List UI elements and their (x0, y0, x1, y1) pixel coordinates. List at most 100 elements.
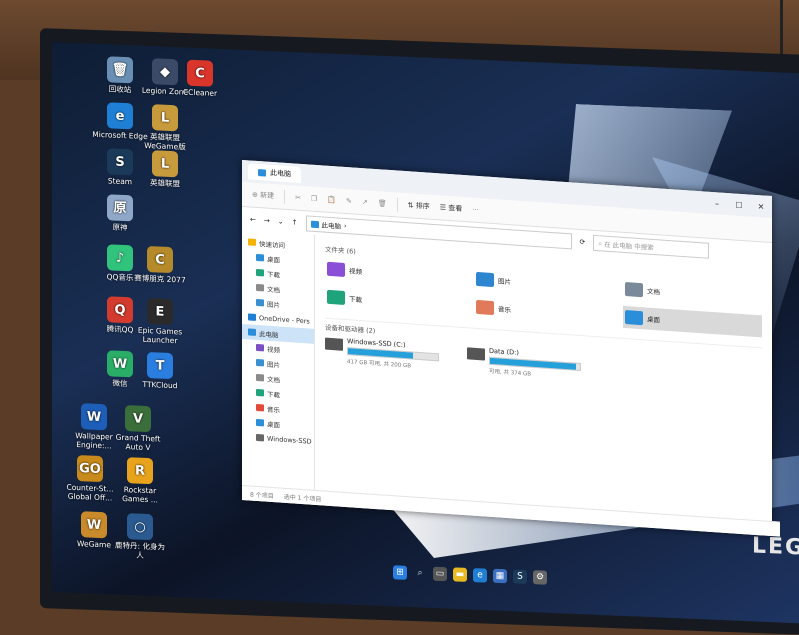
desktop-shortcut[interactable]: L 英雄联盟 (137, 150, 193, 189)
cyberpunk-icon: C (147, 245, 173, 274)
new-button[interactable]: ⊕ 新建 (252, 190, 274, 202)
wallpaper-brand-text: LEG (752, 533, 799, 561)
desktop-shortcut-label: 英雄联盟 WeGame版 (144, 132, 186, 152)
onedrive-icon (248, 313, 256, 321)
desktop-shortcut-label: 回收站 (108, 84, 132, 95)
desktop-shortcut-label: 微信 (112, 378, 128, 389)
folder-item[interactable]: 图片 (474, 268, 613, 299)
settings-icon[interactable]: ⚙ (533, 570, 547, 585)
folder-item[interactable]: 视频 (325, 258, 464, 289)
file-explorer-window[interactable]: 此电脑 – ☐ ✕ ⊕ 新建 ✂ ❐ 📋 ✎ ↗ 🗑 ⇅ 排序 ☰ 查看 ···… (242, 159, 780, 537)
view-button[interactable]: ☰ 查看 (440, 202, 463, 214)
nav-item-label: 文档 (267, 285, 280, 295)
folder-label: 下载 (349, 295, 362, 305)
nav-item-label: 此电脑 (259, 329, 279, 339)
delete-icon[interactable]: 🗑 (378, 199, 387, 208)
picture-icon (256, 358, 264, 367)
nav-item-label: 下载 (267, 390, 280, 400)
folder-item[interactable]: 音乐 (474, 296, 613, 327)
download-folder-icon (327, 289, 345, 305)
nav-item-label: 音乐 (267, 405, 280, 415)
desktop-shortcut-label: Counter-St... Global Off... (66, 482, 114, 503)
store-icon[interactable]: ▦ (493, 568, 507, 584)
up-icon[interactable]: ↑ (292, 218, 298, 226)
more-button[interactable]: ··· (472, 206, 479, 214)
drive-item[interactable]: Windows-SSD (C:) 417 GB 可用, 共 200 GB (325, 336, 439, 372)
task-view-icon[interactable]: ▭ (433, 566, 447, 582)
desktop-icon (256, 253, 264, 262)
nav-item-label: Windows-SSD (267, 434, 312, 446)
desktop-shortcut-label: 赛博朋克 2077 (134, 273, 186, 285)
desktop-shortcut[interactable]: L 英雄联盟 WeGame版 (137, 104, 193, 152)
minimize-icon[interactable]: – (706, 198, 728, 208)
start-icon[interactable]: ⊞ (393, 565, 407, 580)
copy-icon[interactable]: ❐ (311, 195, 317, 203)
ccleaner-icon: C (187, 59, 213, 87)
sort-button[interactable]: ⇅ 排序 (408, 200, 430, 212)
folder-item[interactable]: 下载 (325, 286, 464, 317)
desktop-shortcut[interactable]: 原原神 (92, 194, 148, 233)
nav-item-label: OneDrive - Pers (259, 313, 310, 326)
search-icon[interactable]: ⌕ (413, 566, 427, 580)
csgo-icon: GO (77, 455, 103, 483)
desktop-shortcut[interactable]: V Grand Theft Auto V (110, 404, 166, 452)
nav-item-label: 下载 (267, 270, 280, 280)
chevron-down-icon[interactable]: ⌄ (278, 217, 284, 225)
desktop-shortcut-label: 腾讯QQ (106, 324, 134, 335)
desktop-shortcut-label: Steam (107, 176, 133, 187)
refresh-icon[interactable]: ⟳ (580, 238, 586, 246)
desktop-shortcut[interactable]: C CCleaner (172, 59, 228, 98)
desktop-shortcut[interactable]: E Epic Games Launcher (132, 297, 188, 345)
desktop-screen: LEG 🗑 回收站 ◆ Legion Zone C CCleaner e Microsoft … (52, 42, 799, 624)
paste-icon[interactable]: 📋 (327, 196, 336, 205)
back-icon[interactable]: ← (250, 216, 256, 224)
file-explorer-icon[interactable]: ▬ (453, 567, 467, 582)
desktop-shortcut[interactable]: T TTKCloud (132, 351, 188, 390)
download-icon (256, 268, 264, 277)
desktop-shortcut-label: Rockstar Games ... (122, 485, 158, 505)
nav-item-label: 视频 (267, 345, 280, 355)
desktop-shortcut-label: 原神 (112, 222, 128, 233)
qq-music-icon: ♪ (107, 244, 133, 272)
document-folder-icon (625, 282, 643, 298)
navigation-pane: 快速访问 桌面 下载 文档 图片 OneDrive - Pers 此电脑 视频 图片 文档 下载 音乐… (242, 229, 315, 490)
music-icon (256, 403, 264, 412)
picture-icon (256, 298, 264, 307)
nav-item-label: 快速访问 (259, 239, 285, 250)
steam-icon: S (107, 148, 133, 176)
cut-icon[interactable]: ✂ (295, 194, 301, 202)
edge-icon: e (107, 102, 133, 130)
desktop-shortcut-label: WeGame (77, 539, 111, 550)
desktop-shortcut-label: Wallpaper Engine:... (75, 430, 113, 451)
folder-label: 视频 (349, 267, 362, 277)
rename-icon[interactable]: ✎ (346, 197, 352, 205)
nav-item-label: 文档 (267, 375, 280, 385)
edge-icon[interactable]: e (473, 568, 487, 583)
desktop-shortcut-label: Epic Games Launcher (137, 325, 183, 346)
forward-icon[interactable]: → (264, 216, 270, 224)
this-pc-icon (310, 220, 319, 228)
share-icon[interactable]: ↗ (362, 198, 368, 206)
drive-item[interactable]: Data (D:) 可用, 共 374 GB (467, 345, 581, 381)
drive-icon (325, 337, 343, 351)
status-selected-count: 选中 1 个项目 (283, 493, 322, 503)
desktop-shortcut[interactable]: C 赛博朋克 2077 (132, 245, 188, 285)
folder-label: 音乐 (498, 305, 511, 315)
wallpaper-engine-icon: W (81, 403, 107, 431)
close-icon[interactable]: ✕ (750, 201, 772, 211)
steam-icon[interactable]: S (513, 569, 527, 584)
folder-item[interactable]: 桌面 (623, 305, 762, 338)
nav-item-label: 图片 (267, 360, 280, 370)
maximize-icon[interactable]: ☐ (728, 200, 750, 210)
folder-label: 文档 (647, 287, 660, 297)
desktop-shortcut[interactable]: ○ 鹿特丹: 化身为人 (112, 513, 168, 561)
music-folder-icon (476, 299, 494, 316)
desktop-shortcut[interactable]: GO Counter-St... Global Off... (62, 454, 118, 503)
video-folder-icon (327, 261, 345, 277)
desktop-shortcut[interactable]: R Rockstar Games ... (112, 457, 168, 505)
search-placeholder: 在 此电脑 中搜索 (604, 240, 654, 253)
nav-item-label: 桌面 (267, 420, 280, 430)
nav-item-label: 图片 (267, 300, 280, 310)
tab-this-pc[interactable]: 此电脑 (248, 163, 301, 183)
folder-item[interactable]: 文档 (623, 278, 762, 309)
